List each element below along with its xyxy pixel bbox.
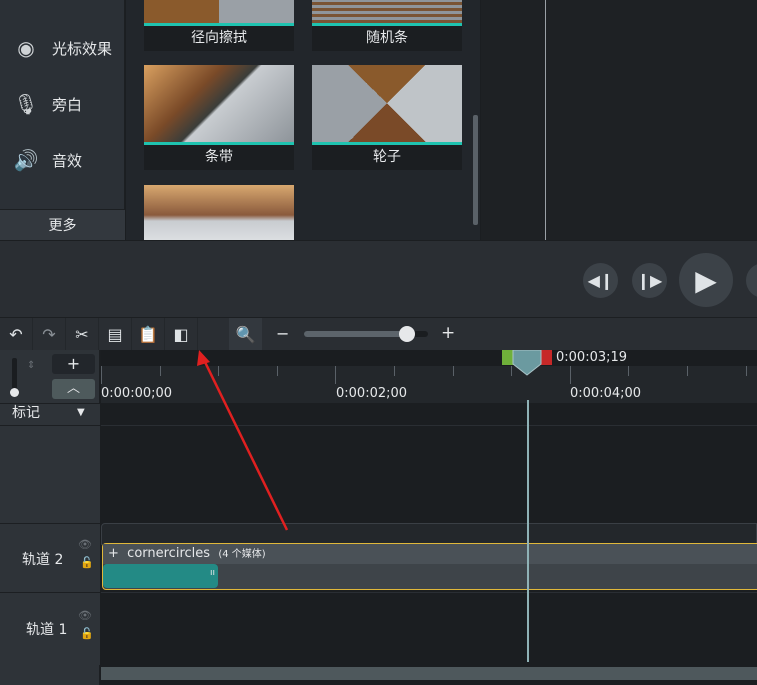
transition-thumbnail[interactable]: 轮子	[312, 65, 462, 170]
track-header-column: ⇕ + ︿ 标记 ▼ 轨道 2 👁 🔓 轨道 1 👁 🔓	[0, 350, 100, 685]
ruler-label: 0:00:02;00	[336, 386, 408, 401]
sidebar: ◉ 光标效果 🎙 旁白 🔊 音效 更多	[0, 0, 125, 240]
selection-end-handle[interactable]	[541, 350, 552, 365]
step-forward-icon: ❙▶	[636, 271, 663, 290]
paste-button[interactable]: 📋	[132, 318, 165, 350]
ruler-tick	[101, 366, 102, 384]
redo-button[interactable]: ↷	[33, 318, 66, 350]
playhead-time: 0:00:03;19	[556, 350, 628, 365]
ruler-tick	[335, 366, 337, 384]
paste-icon: 📋	[138, 324, 158, 344]
copy-icon: ▤	[107, 324, 123, 344]
transitions-library: 径向擦拭 随机条 条带 轮子	[126, 0, 480, 240]
media-clip[interactable]: ıı	[103, 564, 218, 588]
step-back-icon: ◀❙	[587, 271, 614, 290]
step-back-button[interactable]: ◀❙	[583, 263, 618, 298]
marker-dropdown[interactable]: 标记 ▼	[0, 403, 100, 425]
collapse-button[interactable]: ︿	[52, 379, 95, 399]
undo-button[interactable]: ↶	[0, 318, 33, 350]
eye-icon[interactable]: 👁	[78, 538, 92, 551]
zoom-in-button[interactable]: +	[441, 323, 455, 343]
cut-button[interactable]: ✂	[66, 318, 99, 350]
copy-button[interactable]: ▤	[99, 318, 132, 350]
zoom-slider[interactable]	[304, 326, 428, 342]
zoom-out-button[interactable]: −	[276, 324, 289, 343]
playhead-handle[interactable]	[512, 350, 542, 376]
timeline-ruler[interactable]: 0:00:00;00 0:00:02;00 0:00:04;00 0:00:03…	[101, 350, 757, 403]
cursor-effects-icon: ◉	[17, 36, 35, 60]
zoom-slider-handle[interactable]	[398, 326, 415, 342]
empty-track-area	[0, 425, 100, 523]
step-forward-button[interactable]: ❙▶	[632, 263, 667, 298]
ruler-tick	[394, 366, 395, 376]
transition-thumbnail[interactable]: 条带	[144, 65, 294, 170]
zoom-button[interactable]: 🔍	[229, 318, 262, 350]
clip-trim-handle[interactable]: ıı	[210, 568, 215, 578]
transition-thumbnail[interactable]: 径向擦拭	[144, 0, 294, 51]
library-scrollbar[interactable]	[473, 115, 478, 225]
ruler-tick	[628, 366, 630, 376]
add-track-button[interactable]: +	[52, 354, 95, 374]
ruler-tick	[276, 366, 278, 376]
sidebar-item-audio-effects[interactable]: 🔊 音效	[0, 140, 125, 180]
lock-icon[interactable]: 🔓	[80, 627, 94, 640]
ruler-tick	[745, 366, 747, 376]
timeline-tracks: + cornercircles (4 个媒体) ıı	[101, 400, 757, 665]
track-header-1[interactable]: 轨道 1 👁 🔓	[0, 592, 100, 665]
preview-canvas	[481, 0, 757, 240]
track-header-2[interactable]: 轨道 2 👁 🔓	[0, 523, 100, 592]
magnifier-icon: 🔍	[235, 324, 256, 344]
redo-icon: ↷	[42, 324, 56, 344]
group-clip-cornercircles[interactable]: + cornercircles (4 个媒体) ıı	[102, 543, 757, 590]
speaker-icon: 🔊	[13, 148, 39, 172]
more-button[interactable]: 更多	[0, 209, 125, 240]
scissors-icon: ✂	[75, 324, 89, 344]
sidebar-item-cursor-effects[interactable]: ◉ 光标效果	[0, 28, 125, 68]
split-button[interactable]: ◧	[165, 318, 198, 350]
ruler-tick	[569, 366, 571, 384]
ruler-tick	[218, 366, 220, 376]
ruler-label: 0:00:04;00	[570, 386, 642, 401]
track-2-lane	[101, 523, 757, 545]
canvas-edge	[545, 0, 546, 240]
next-button[interactable]	[746, 263, 757, 298]
ruler-tick	[687, 366, 688, 376]
sidebar-item-voice-narration[interactable]: 🎙 旁白	[0, 84, 125, 124]
undo-icon: ↶	[9, 324, 23, 344]
chevron-down-icon: ▼	[77, 407, 85, 418]
expand-group-icon[interactable]: +	[108, 546, 119, 561]
track-height-handle[interactable]	[10, 388, 19, 397]
transition-thumbnail[interactable]	[144, 185, 294, 240]
magnifier-icon: ⇕	[27, 360, 36, 371]
split-icon: ◧	[173, 324, 189, 344]
transition-thumbnail[interactable]: 随机条	[312, 0, 462, 51]
horizontal-scrollbar[interactable]	[101, 667, 757, 680]
ruler-tick	[159, 366, 161, 376]
ruler-label: 0:00:00;00	[101, 386, 173, 401]
microphone-icon: 🎙	[13, 92, 39, 116]
play-button[interactable]: ▶	[679, 253, 733, 307]
editing-toolbar: ↶ ↷ ✂ ▤ 📋 ◧ 🔍 − +	[0, 318, 757, 350]
playback-controls: ◀❙ ❙▶ ▶	[0, 241, 757, 318]
play-icon: ▶	[695, 263, 717, 297]
ruler-tick	[452, 366, 454, 376]
eye-icon[interactable]: 👁	[78, 609, 92, 622]
lock-icon[interactable]: 🔓	[80, 556, 94, 569]
playhead-line	[527, 400, 529, 662]
